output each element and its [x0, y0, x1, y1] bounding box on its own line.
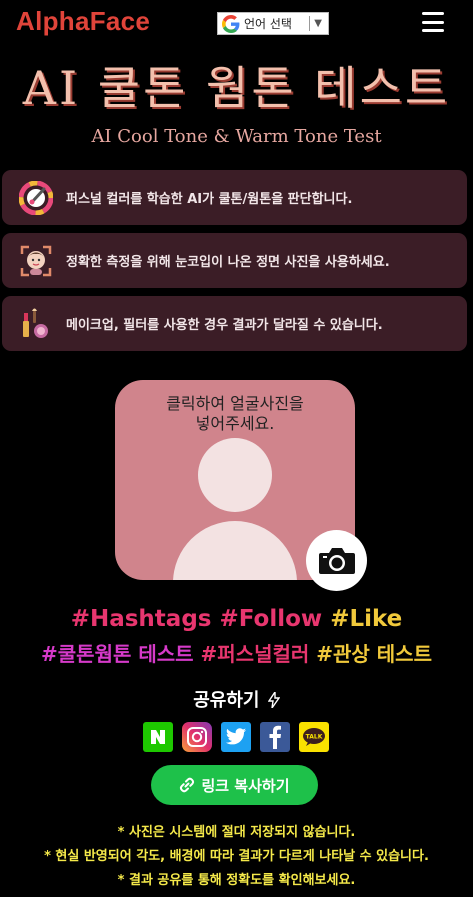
notice-list: * 사진은 시스템에 절대 저장되지 않습니다. * 현실 반영되어 각도, 배…	[0, 821, 473, 893]
hamburger-menu-icon[interactable]	[422, 12, 444, 32]
upload-caption: 클릭하여 얼굴사진을 넣어주세요.	[115, 394, 355, 434]
notice-item: * 현실 반영되어 각도, 배경에 따라 결과가 다르게 나타날 수 있습니다.	[44, 849, 429, 864]
info-text: 퍼스널 컬러를 학습한 AI가 쿨톤/웜톤을 판단합니다.	[66, 192, 353, 207]
twitter-icon[interactable]	[221, 722, 251, 752]
facebook-icon[interactable]	[260, 722, 290, 752]
hashtag[interactable]: #Hashtags	[71, 606, 212, 632]
hashtag-line: #Hashtags #Follow #Like	[0, 606, 473, 632]
avatar-head-placeholder	[198, 438, 272, 512]
notice-item: * 사진은 시스템에 절대 저장되지 않습니다.	[117, 825, 356, 840]
upload-caption-line: 넣어주세요.	[195, 414, 275, 433]
link-icon	[180, 777, 195, 793]
divider	[309, 16, 311, 31]
hashtag[interactable]: #Like	[330, 606, 402, 632]
language-label: 언어 선택	[244, 17, 292, 31]
naver-icon[interactable]	[143, 722, 173, 752]
hashtag[interactable]: #퍼스널컬러	[201, 642, 310, 666]
upload-caption-line: 클릭하여 얼굴사진을	[166, 394, 304, 413]
chevron-down-icon: ▼	[314, 18, 322, 29]
info-item: 퍼스널 컬러를 학습한 AI가 쿨톤/웜톤을 판단합니다.	[2, 170, 467, 225]
logo[interactable]: AlphaFace	[16, 6, 150, 37]
info-item: 메이크업, 필터를 사용한 경우 결과가 달라질 수 있습니다.	[2, 296, 467, 351]
share-label: 공유하기	[193, 690, 260, 711]
copy-link-label: 링크 복사하기	[201, 776, 290, 795]
camera-icon	[318, 547, 355, 574]
page-title: AI 쿨톤 웜톤 테스트	[22, 61, 451, 115]
notice-item: * 결과 공유를 통해 정확도를 확인해보세요.	[117, 873, 356, 888]
avatar-body-placeholder	[173, 521, 297, 580]
share-icons: TALK	[143, 722, 329, 752]
page-subtitle: AI Cool Tone & Warm Tone Test	[91, 126, 382, 147]
menu-bar	[422, 20, 444, 24]
svg-text:TALK: TALK	[306, 734, 323, 741]
top-bar: AlphaFace 언어 선택 ▼	[0, 0, 473, 46]
camera-button[interactable]	[306, 530, 367, 591]
instagram-icon[interactable]	[182, 722, 212, 752]
face-scan-icon	[18, 243, 54, 279]
menu-bar	[422, 29, 444, 32]
hashtag[interactable]: #관상 테스트	[316, 642, 432, 666]
hashtag-line: #쿨톤웜톤 테스트 #퍼스널컬러 #관상 테스트	[0, 638, 473, 667]
color-wheel-icon	[18, 180, 54, 216]
info-item: 정확한 측정을 위해 눈코입이 나온 정면 사진을 사용하세요.	[2, 233, 467, 288]
hashtag[interactable]: #쿨톤웜톤 테스트	[41, 642, 194, 666]
info-text: 메이크업, 필터를 사용한 경우 결과가 달라질 수 있습니다.	[66, 318, 383, 333]
google-icon	[222, 14, 240, 33]
share-heading: 공유하기	[0, 686, 473, 712]
copy-link-button[interactable]: 링크 복사하기	[151, 765, 318, 805]
menu-bar	[422, 12, 444, 15]
hashtag[interactable]: #Follow	[220, 606, 323, 632]
language-selector[interactable]: 언어 선택 ▼	[217, 12, 329, 35]
makeup-icon	[18, 306, 54, 342]
lightning-icon	[267, 689, 281, 709]
info-text: 정확한 측정을 위해 눈코입이 나온 정면 사진을 사용하세요.	[66, 255, 390, 270]
kakaotalk-icon[interactable]: TALK	[299, 722, 329, 752]
